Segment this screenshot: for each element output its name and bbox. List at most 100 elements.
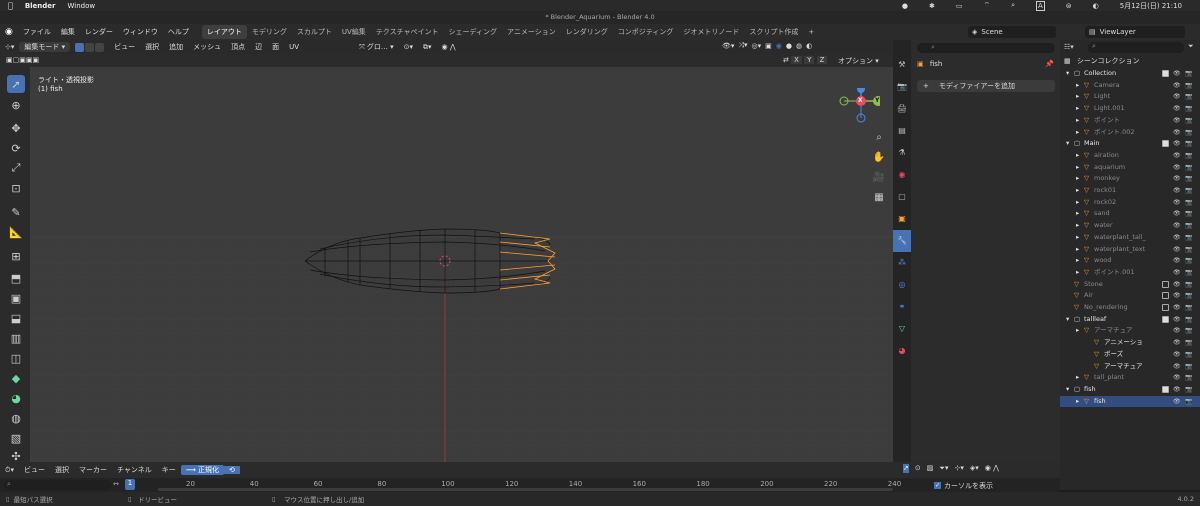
expand-arrow-icon[interactable]: ▸: [1076, 244, 1079, 256]
render-camera-icon[interactable]: 📷: [1185, 290, 1192, 302]
timeline-search-input[interactable]: ⌕: [4, 480, 112, 490]
outliner-row[interactable]: ▸ ▽ waterplant_text 👁 📷: [1060, 244, 1200, 256]
render-camera-icon[interactable]: 📷: [1185, 325, 1192, 337]
visibility-eye-icon[interactable]: 👁: [1173, 396, 1181, 408]
outliner-row[interactable]: ▸ ▽ aquarium 👁 📷: [1060, 162, 1200, 174]
mode-selector[interactable]: 編集モード ▾: [19, 42, 71, 52]
output-tab-icon[interactable]: 🖨: [893, 98, 911, 120]
render-camera-icon[interactable]: 📷: [1185, 302, 1192, 314]
expand-arrow-icon[interactable]: ▸: [1076, 197, 1079, 209]
menu-mesh[interactable]: メッシュ: [188, 42, 226, 52]
visibility-icon[interactable]: 👁▾: [722, 42, 734, 50]
render-camera-icon[interactable]: 📷: [1185, 361, 1192, 373]
sync-icon[interactable]: ⟲: [224, 466, 240, 474]
3d-viewport[interactable]: ライト・透視投影 (1) fish: [30, 67, 893, 462]
menu-uv[interactable]: UV: [284, 43, 304, 51]
data-tab-icon[interactable]: ▽: [893, 318, 911, 340]
expand-arrow-icon[interactable]: ▸: [1076, 396, 1079, 408]
edge-slide-tool-icon[interactable]: ▧: [7, 429, 25, 447]
normalize-toggle[interactable]: ⟿ 正規化: [180, 465, 225, 475]
physics-tab-icon[interactable]: ◎: [893, 274, 911, 296]
outliner-row[interactable]: ▾ ▢ fish 👁 📷: [1060, 384, 1200, 396]
proportional-edit-icon[interactable]: ◉ ⋀: [437, 43, 461, 51]
apple-icon[interactable]: : [8, 1, 13, 10]
visibility-eye-icon[interactable]: 👁: [1173, 115, 1181, 127]
render-camera-icon[interactable]: 📷: [1185, 255, 1192, 267]
timeline-scrollbar[interactable]: [158, 488, 893, 491]
menu-vertex[interactable]: 頂点: [226, 42, 250, 52]
expand-arrow-icon[interactable]: ▸: [1076, 325, 1079, 337]
viewlayer-tab-icon[interactable]: ▤: [893, 120, 911, 142]
render-camera-icon[interactable]: 📷: [1185, 68, 1192, 80]
transform-orientation[interactable]: ⤧ グロ… ▾: [354, 42, 399, 52]
select-box-modes[interactable]: ▣▢▣▣▣: [6, 56, 39, 64]
menu-add[interactable]: 追加: [164, 42, 188, 52]
shading-wire-icon[interactable]: ◉: [776, 42, 782, 50]
visibility-eye-icon[interactable]: 👁: [1173, 91, 1181, 103]
visibility-eye-icon[interactable]: 👁: [1173, 138, 1181, 150]
tab-compositing[interactable]: コンポジティング: [613, 25, 679, 39]
expand-arrow-icon[interactable]: ▸: [1076, 103, 1079, 115]
menu-render[interactable]: レンダー: [80, 27, 118, 37]
tab-modeling[interactable]: モデリング: [247, 25, 292, 39]
outliner-row[interactable]: ▾ ▢ Collection 👁 📷: [1060, 68, 1200, 80]
notification-icon[interactable]: ◐: [1093, 2, 1099, 10]
ortho-grid-icon[interactable]: ▦: [870, 188, 888, 208]
pivot-icon[interactable]: ⊙▾: [399, 43, 418, 51]
outliner-row[interactable]: ▽ アーマチュア 👁 📷: [1060, 361, 1200, 373]
control-center-icon[interactable]: ⊜: [1066, 2, 1072, 10]
render-camera-icon[interactable]: 📷: [1185, 185, 1192, 197]
bevel-tool-icon[interactable]: ⬓: [7, 309, 25, 327]
visibility-eye-icon[interactable]: 👁: [1173, 314, 1181, 326]
render-camera-icon[interactable]: 📷: [1185, 396, 1192, 408]
filter-icon[interactable]: ⏷▾: [939, 464, 948, 473]
outliner-row[interactable]: ▸ ▽ monkey 👁 📷: [1060, 173, 1200, 185]
expand-arrow-icon[interactable]: ▸: [1076, 185, 1079, 197]
scene-selector[interactable]: ◈ Scene: [968, 26, 1056, 38]
expand-arrow-icon[interactable]: ▸: [1076, 267, 1079, 279]
spin-tool-icon[interactable]: ◕: [7, 389, 25, 407]
render-camera-icon[interactable]: 📷: [1185, 127, 1192, 139]
render-camera-icon[interactable]: 📷: [1185, 103, 1192, 115]
transform-tool-icon[interactable]: ⊡: [7, 179, 25, 197]
timeline-ruler[interactable]: ⌕ ⇿ 1 20 40 60 80 100 120 140 160 180 200 220 240 ✓…: [0, 478, 1060, 492]
scene-tab-icon[interactable]: ⚗: [893, 142, 911, 164]
outliner-row[interactable]: ▽ ポーズ 👁 📷: [1060, 349, 1200, 361]
visibility-eye-icon[interactable]: 👁: [1173, 325, 1181, 337]
mirror-lock-icon[interactable]: ⇄: [783, 56, 789, 64]
properties-search-input[interactable]: ⌕: [917, 43, 1055, 53]
outliner-row[interactable]: ▸ ▽ ポイント.001 👁 📷: [1060, 267, 1200, 279]
render-camera-icon[interactable]: 📷: [1185, 267, 1192, 279]
timeline-menu-marker[interactable]: マーカー: [74, 465, 112, 475]
gizmo-toggle-icon[interactable]: ⤨▾: [738, 41, 747, 50]
render-camera-icon[interactable]: 📷: [1185, 349, 1192, 361]
outliner-row[interactable]: ▽ アニメーショ 👁 📷: [1060, 337, 1200, 349]
overlay-icon[interactable]: ◎▾: [752, 42, 762, 50]
cursor-tool-icon[interactable]: ⊕: [7, 96, 25, 114]
axis-x-button[interactable]: X: [791, 56, 802, 64]
snap-toggle-icon[interactable]: ◈▾: [970, 464, 979, 473]
visibility-eye-icon[interactable]: 👁: [1173, 173, 1181, 185]
visibility-eye-icon[interactable]: 👁: [1173, 127, 1181, 139]
expand-arrow-icon[interactable]: ▸: [1076, 115, 1079, 127]
render-camera-icon[interactable]: 📷: [1185, 220, 1192, 232]
tab-rendering[interactable]: レンダリング: [561, 25, 613, 39]
timeline-editor-icon[interactable]: ⏱▾: [0, 466, 19, 475]
material-tab-icon[interactable]: ◕: [893, 340, 911, 362]
input-source-icon[interactable]: A: [1035, 0, 1045, 11]
outliner-row[interactable]: ▸ ▽ wood 👁 📷: [1060, 255, 1200, 267]
outliner-row[interactable]: ▸ ▽ Light.001 👁 📷: [1060, 103, 1200, 115]
render-camera-icon[interactable]: 📷: [1185, 244, 1192, 256]
visibility-eye-icon[interactable]: 👁: [1173, 197, 1181, 209]
render-camera-icon[interactable]: 📷: [1185, 162, 1192, 174]
menu-select[interactable]: 選択: [140, 42, 164, 52]
select-mode-buttons[interactable]: [70, 42, 109, 52]
shading-material-icon[interactable]: ◍: [796, 42, 802, 50]
wifi-icon[interactable]: ⌔: [983, 1, 990, 10]
tab-layout[interactable]: レイアウト: [201, 25, 247, 39]
navigation-gizmo[interactable]: X Y: [830, 85, 883, 128]
app-name-menu[interactable]: Blender: [25, 2, 56, 10]
menu-edge[interactable]: 辺: [250, 42, 267, 52]
menu-view[interactable]: ビュー: [109, 42, 140, 52]
exclude-checkbox[interactable]: [1162, 315, 1169, 323]
